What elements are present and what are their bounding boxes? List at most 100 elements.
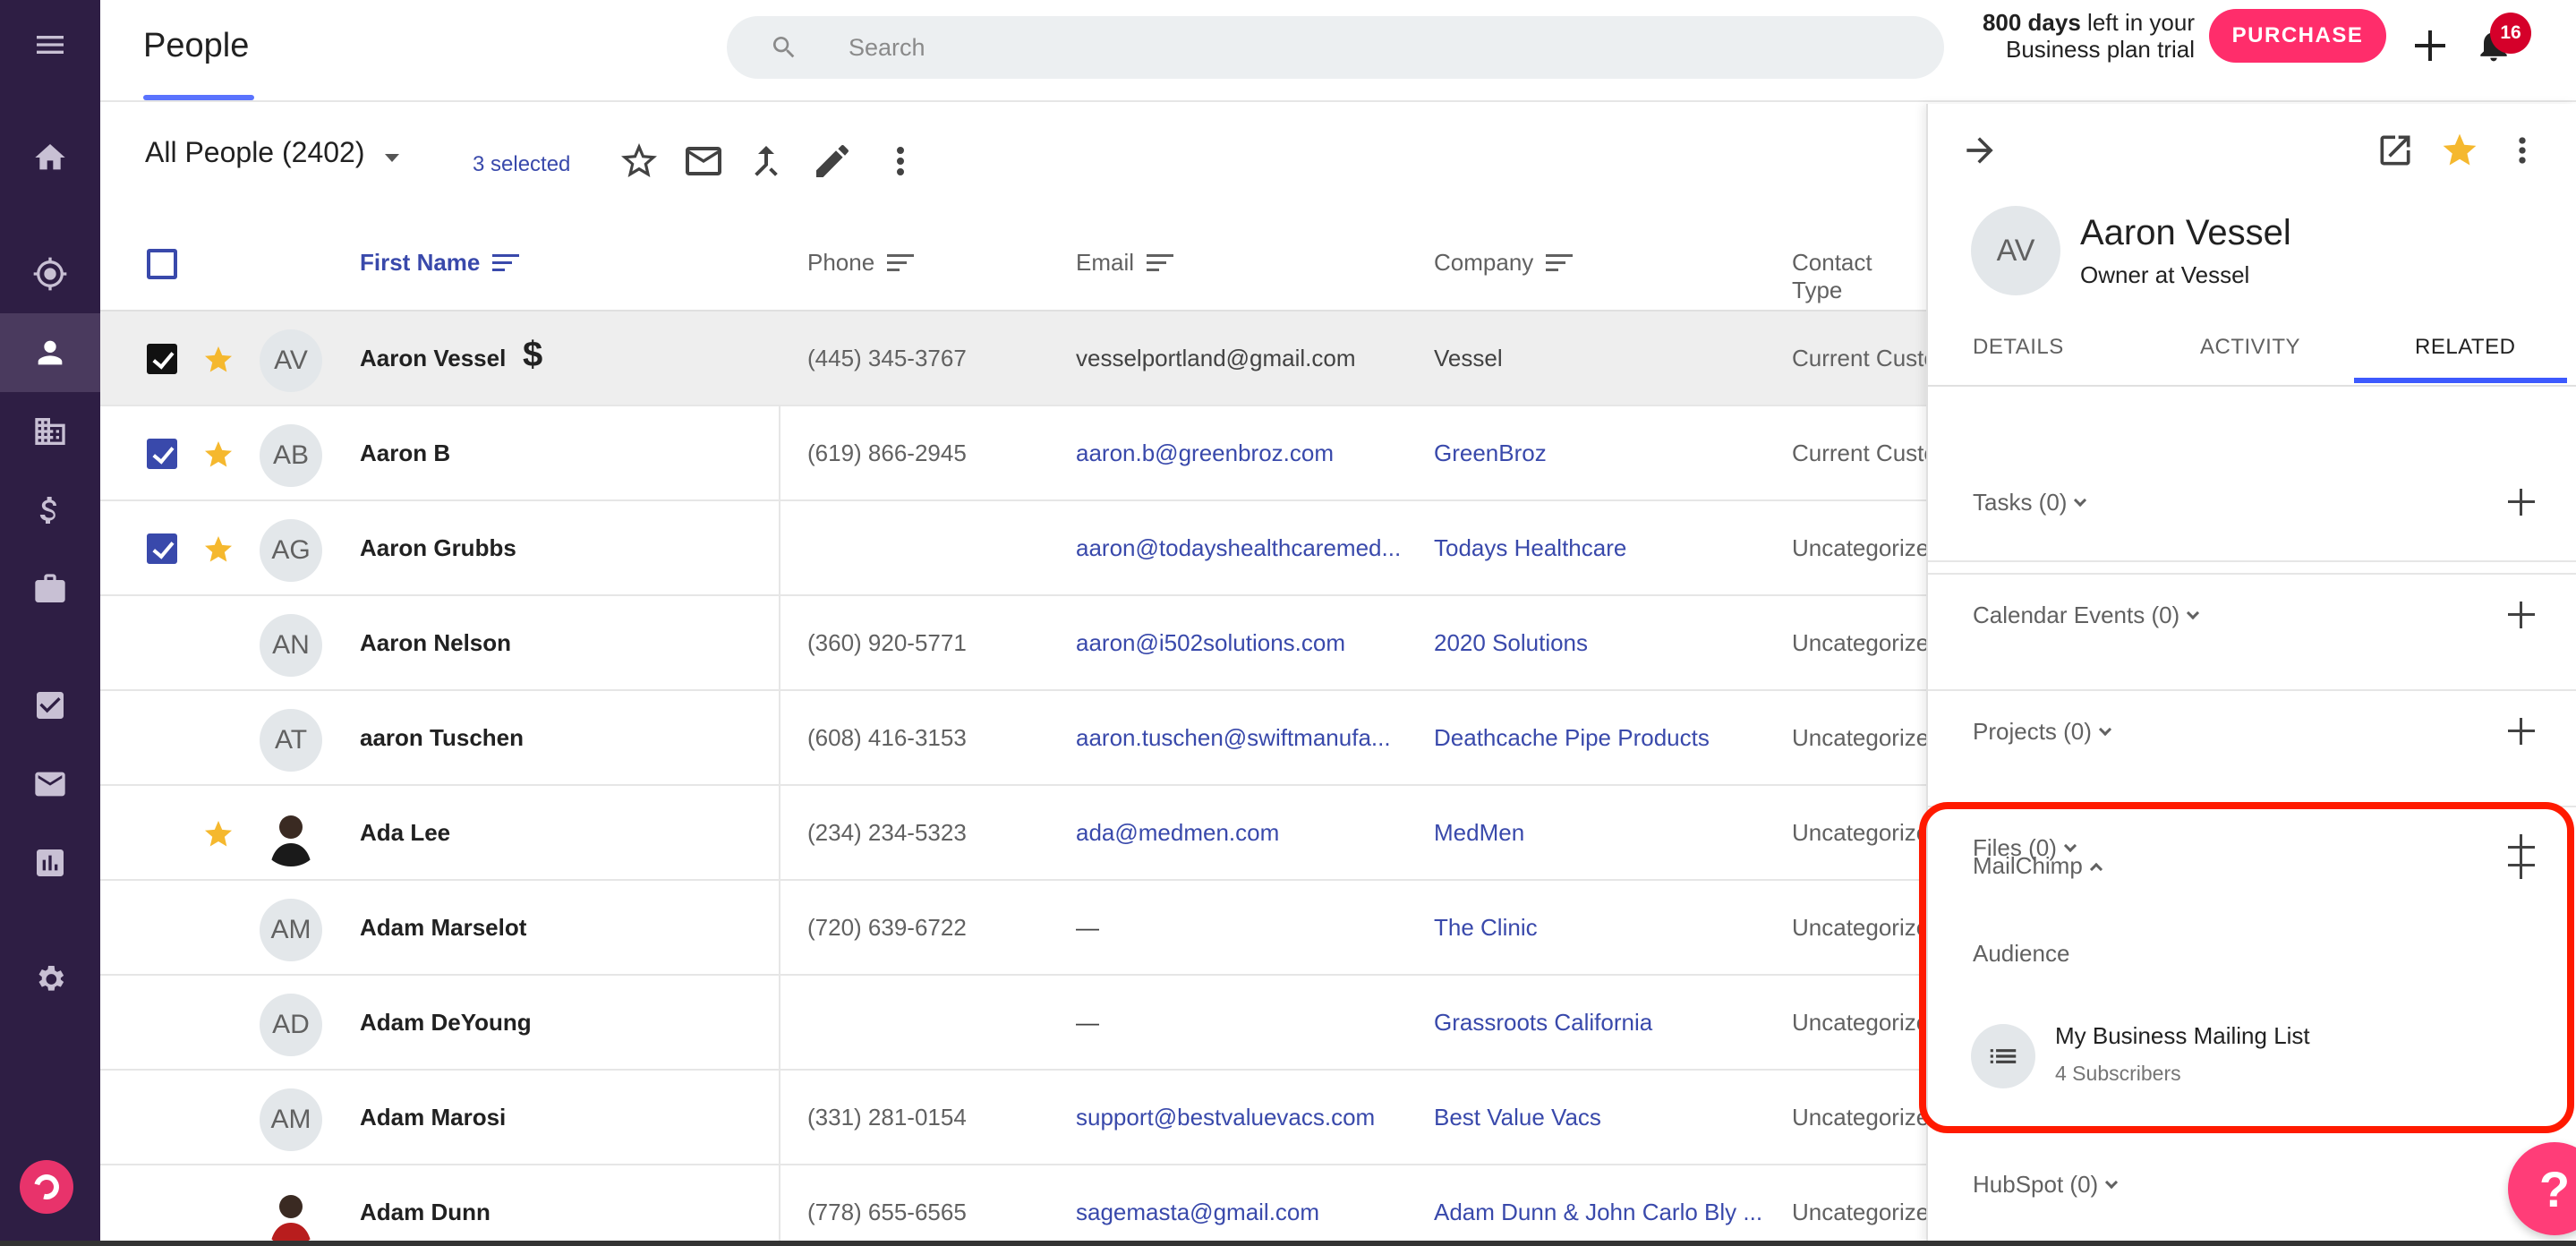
- star-icon[interactable]: [202, 439, 235, 471]
- contact-type-cell: Uncategorize: [1792, 1104, 1926, 1131]
- company-cell[interactable]: GreenBroz: [1434, 440, 1774, 467]
- company-cell[interactable]: Deathcache Pipe Products: [1434, 724, 1774, 752]
- top-bar: People 800 days left in your Business pl…: [100, 0, 2576, 102]
- table-row[interactable]: AD Adam DeYoung — Grassroots California Unca…: [100, 976, 1926, 1071]
- app-logo-icon[interactable]: [20, 1160, 73, 1214]
- view-selector[interactable]: All People (2402): [145, 136, 364, 169]
- email-icon[interactable]: [682, 140, 725, 183]
- briefcase-icon[interactable]: [0, 550, 100, 628]
- star-icon[interactable]: [202, 344, 235, 376]
- search-input[interactable]: [849, 29, 1833, 66]
- section-mailchimp-title[interactable]: MailChimp: [1973, 852, 2103, 880]
- star-outline-icon[interactable]: [618, 140, 661, 183]
- table-row[interactable]: AM Adam Marselot (720) 639-6722 — The Clinic…: [100, 881, 1926, 976]
- star-icon[interactable]: [202, 533, 235, 566]
- company-cell[interactable]: Adam Dunn & John Carlo Bly ...: [1434, 1199, 1774, 1226]
- email-cell[interactable]: support@bestvaluevacs.com: [1076, 1104, 1407, 1131]
- add-icon[interactable]: [2410, 25, 2451, 66]
- row-checkbox[interactable]: [147, 439, 177, 469]
- chevron-up-icon: [2089, 862, 2103, 875]
- contact-name-cell[interactable]: Ada Lee: [360, 819, 450, 847]
- contact-name-cell[interactable]: aaron Tuschen: [360, 724, 524, 752]
- phone-cell: (445) 345-3767: [807, 345, 967, 371]
- email-cell[interactable]: ada@medmen.com: [1076, 819, 1407, 847]
- email-cell[interactable]: aaron@todayshealthcaremed...: [1076, 534, 1407, 562]
- contact-name-cell[interactable]: Aaron Nelson: [360, 629, 511, 657]
- company-cell[interactable]: Best Value Vacs: [1434, 1104, 1774, 1131]
- company-cell[interactable]: Todays Healthcare: [1434, 534, 1774, 562]
- view-caret-icon[interactable]: [385, 154, 399, 162]
- dollar-icon[interactable]: $: [523, 335, 542, 375]
- table-row[interactable]: AN Aaron Nelson (360) 920-5771 aaron@i502so…: [100, 596, 1926, 691]
- home-icon[interactable]: [0, 118, 100, 197]
- more-vert-icon[interactable]: [2503, 131, 2542, 170]
- column-first-name[interactable]: First Name: [360, 249, 520, 277]
- add-mailchimp-icon[interactable]: [2506, 850, 2537, 881]
- email-cell[interactable]: aaron.tuschen@swiftmanufa...: [1076, 724, 1407, 752]
- table-row[interactable]: AB Aaron B (619) 866-2945 aaron.b@greenbroz…: [100, 406, 1926, 501]
- menu-icon[interactable]: [0, 5, 100, 84]
- table-row[interactable]: AM Adam Marosi (331) 281-0154 support@bestv…: [100, 1071, 1926, 1165]
- avatar: AT: [260, 709, 322, 772]
- tasks-icon[interactable]: [0, 666, 100, 745]
- merge-icon[interactable]: [745, 140, 788, 183]
- row-checkbox[interactable]: [147, 533, 177, 564]
- contact-name-cell[interactable]: Adam DeYoung: [360, 1009, 532, 1037]
- table-row[interactable]: Ada Lee (234) 234-5323 ada@medmen.com MedMe…: [100, 786, 1926, 881]
- section-projects: Projects (0): [1928, 575, 2576, 745]
- table-row[interactable]: AT aaron Tuschen (608) 416-3153 aaron.tusch…: [100, 691, 1926, 786]
- active-tab-indicator: [2354, 378, 2567, 383]
- tab-activity[interactable]: ACTIVITY: [2200, 335, 2300, 360]
- people-icon[interactable]: [0, 313, 100, 392]
- email-cell[interactable]: sagemasta@gmail.com: [1076, 1199, 1407, 1226]
- settings-icon[interactable]: [0, 940, 100, 1019]
- dollar-icon[interactable]: [0, 471, 100, 550]
- purchase-button[interactable]: PURCHASE: [2209, 9, 2386, 63]
- contact-type-cell: Uncategorize: [1792, 629, 1926, 656]
- email-cell[interactable]: aaron@i502solutions.com: [1076, 629, 1407, 657]
- contact-name-cell[interactable]: Adam Marosi: [360, 1104, 506, 1131]
- row-checkbox[interactable]: [147, 344, 177, 374]
- table-row[interactable]: Adam Dunn (778) 655-6565 sagemasta@gmail.c…: [100, 1165, 1926, 1246]
- tab-related[interactable]: RELATED: [2415, 335, 2515, 360]
- contact-type-cell: Uncategorize: [1792, 819, 1926, 846]
- column-email[interactable]: Email: [1076, 249, 1174, 277]
- table-row[interactable]: AG Aaron Grubbs aaron@todayshealthcaremed.…: [100, 501, 1926, 596]
- phone-cell: (619) 866-2945: [807, 440, 967, 466]
- target-icon[interactable]: [0, 235, 100, 313]
- column-phone[interactable]: Phone: [807, 249, 915, 277]
- email-cell[interactable]: aaron.b@greenbroz.com: [1076, 440, 1407, 467]
- edit-icon[interactable]: [811, 140, 854, 183]
- contact-subtitle: Owner at Vessel: [2080, 261, 2250, 288]
- mailing-list-subscribers: 4 Subscribers: [2055, 1062, 2181, 1085]
- contact-name-cell[interactable]: Adam Dunn: [360, 1199, 490, 1226]
- column-contact-type[interactable]: Contact Type: [1792, 249, 1926, 304]
- reports-icon[interactable]: [0, 824, 100, 902]
- star-filled-icon[interactable]: [2440, 131, 2479, 170]
- company-cell: Vessel: [1434, 345, 1503, 371]
- mail-icon[interactable]: [0, 745, 100, 824]
- company-cell[interactable]: Grassroots California: [1434, 1009, 1774, 1037]
- company-icon[interactable]: [0, 392, 100, 471]
- contact-name-cell[interactable]: Aaron Vessel: [360, 345, 506, 372]
- sort-icon: [887, 252, 915, 274]
- panel-tabs: DETAILS ACTIVITY RELATED: [1928, 312, 2576, 387]
- column-company[interactable]: Company: [1434, 249, 1574, 277]
- contact-name-cell[interactable]: Aaron B: [360, 440, 450, 467]
- table-row[interactable]: AV Aaron Vessel $ (445) 345-3767 vesselportl…: [100, 312, 1926, 406]
- select-all-checkbox[interactable]: [147, 249, 177, 279]
- section-hubspot-title[interactable]: HubSpot (0): [1973, 1171, 2119, 1199]
- open-new-icon[interactable]: [2376, 131, 2415, 170]
- contact-name-cell[interactable]: Aaron Grubbs: [360, 534, 516, 562]
- mailing-list-name[interactable]: My Business Mailing List: [2055, 1022, 2310, 1050]
- company-cell[interactable]: The Clinic: [1434, 914, 1774, 942]
- company-cell[interactable]: 2020 Solutions: [1434, 629, 1774, 657]
- search-bar[interactable]: [727, 16, 1944, 79]
- tab-details[interactable]: DETAILS: [1973, 335, 2064, 360]
- contact-name-cell[interactable]: Adam Marselot: [360, 914, 526, 942]
- star-icon[interactable]: [202, 818, 235, 850]
- notification-badge[interactable]: 16: [2490, 13, 2531, 54]
- company-cell[interactable]: MedMen: [1434, 819, 1774, 847]
- more-vert-icon[interactable]: [879, 140, 922, 183]
- arrow-forward-icon[interactable]: [1960, 131, 2000, 170]
